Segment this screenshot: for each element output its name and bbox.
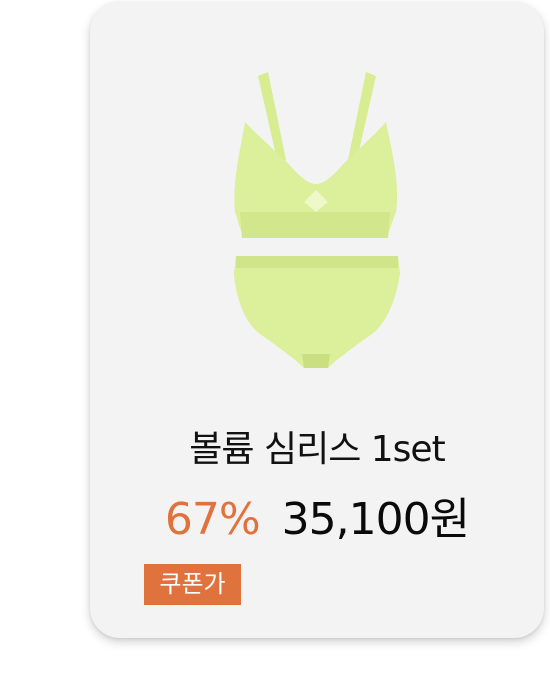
- bra-band: [240, 212, 390, 238]
- sale-price: 35,100원: [281, 494, 470, 545]
- briefs: [234, 256, 400, 368]
- product-card[interactable]: 볼륨 심리스 1set 67% 35,100원 쿠폰가: [90, 2, 544, 638]
- coupon-badge: 쿠폰가: [144, 564, 241, 605]
- price-row: 67% 35,100원: [90, 492, 544, 548]
- briefs-waistband: [236, 256, 398, 268]
- product-image[interactable]: [90, 62, 544, 382]
- discount-rate: 67%: [164, 494, 261, 545]
- briefs-gusset: [302, 354, 330, 368]
- product-name[interactable]: 볼륨 심리스 1set: [90, 420, 544, 472]
